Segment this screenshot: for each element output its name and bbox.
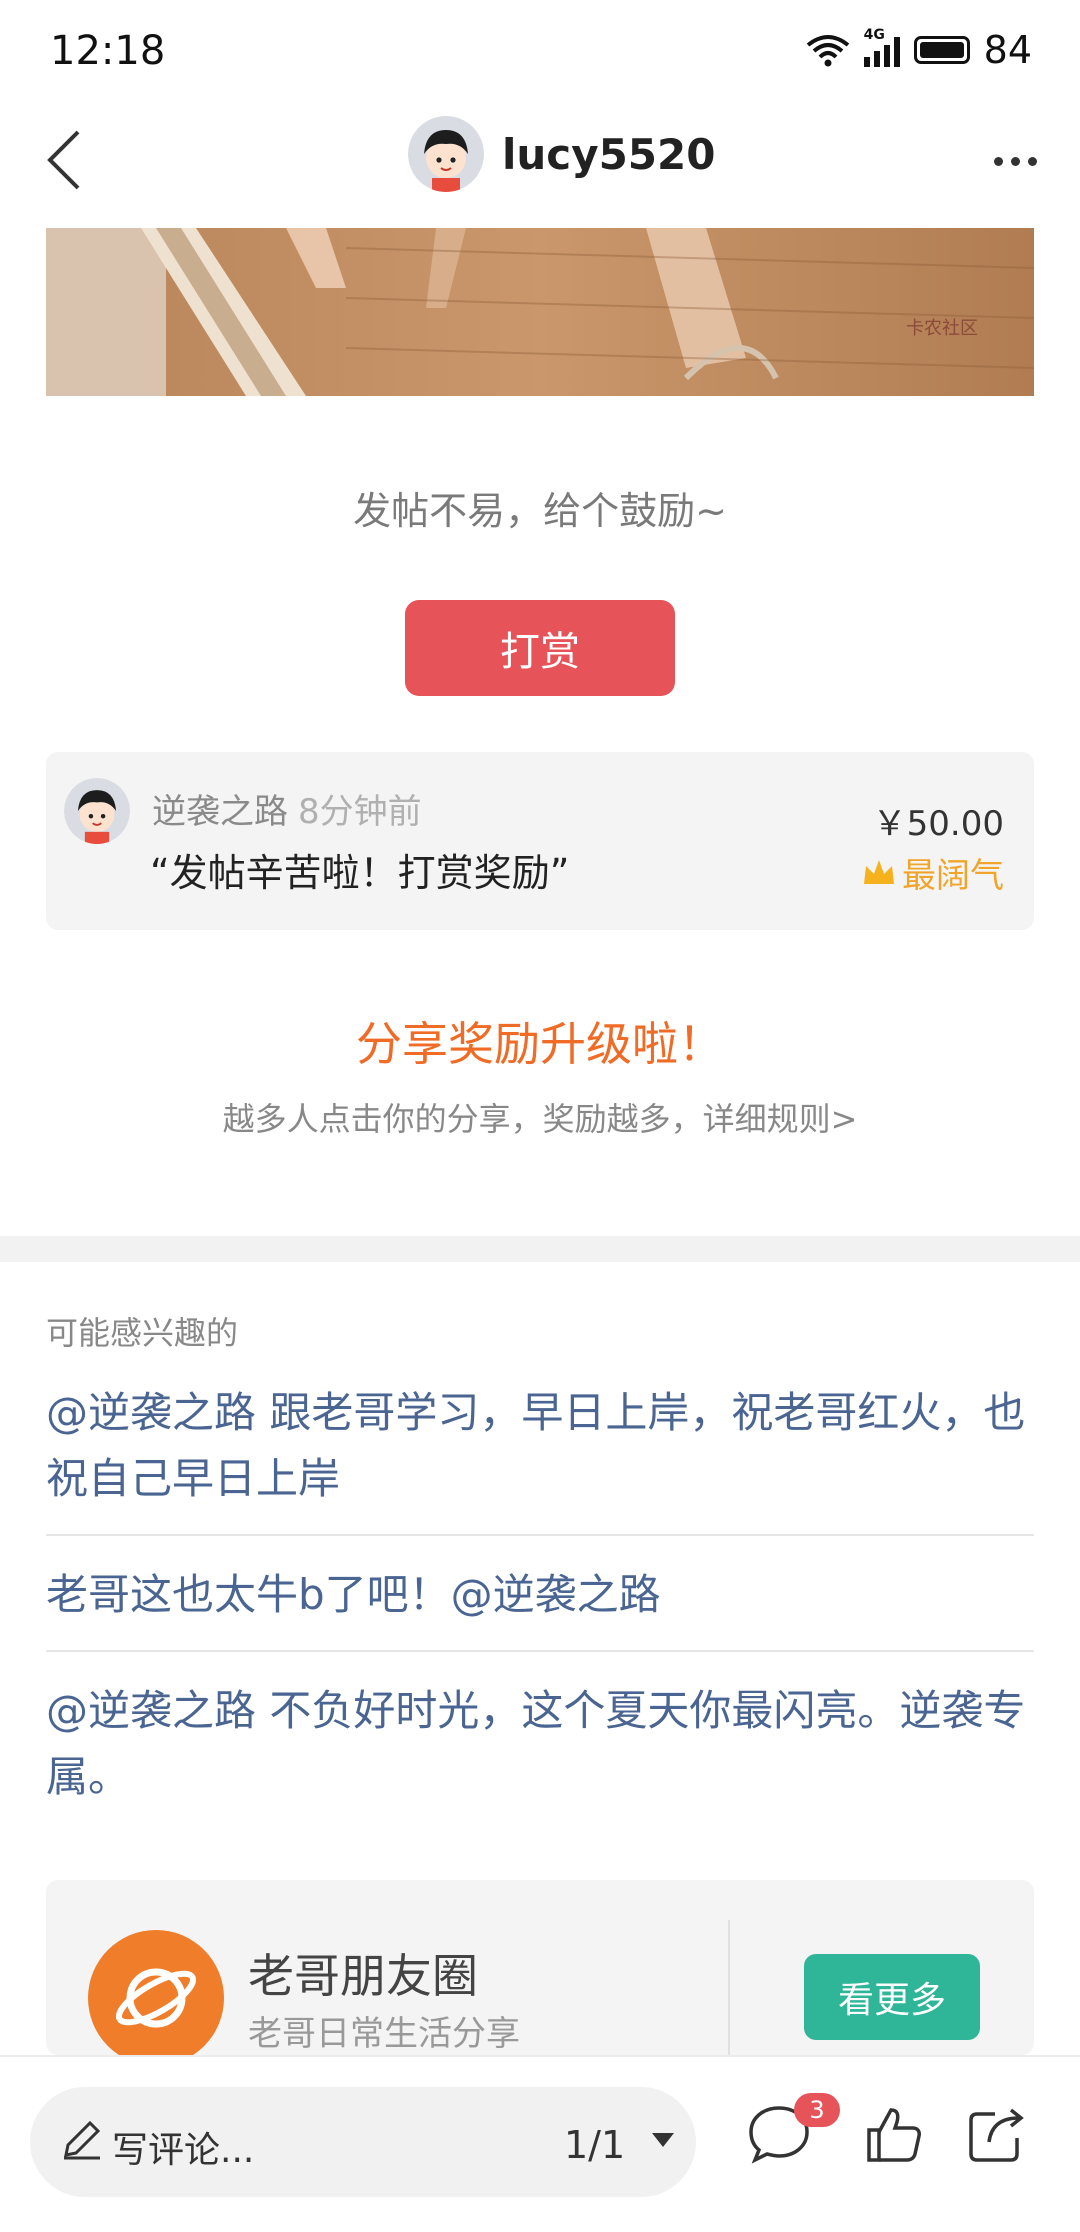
battery-level: 84 — [983, 28, 1032, 72]
more-icon — [993, 156, 1003, 166]
wifi-icon — [806, 35, 849, 67]
avatar-face-icon — [64, 778, 130, 844]
circle-name: 老哥朋友圈 — [248, 1949, 478, 2003]
reward-badge-label: 最阔气 — [902, 856, 1004, 896]
reward-user-name[interactable]: 逆袭之路 — [152, 792, 288, 832]
avatar — [408, 116, 484, 192]
circle-card[interactable]: 老哥朋友圈 老哥日常生活分享 看更多 — [46, 1880, 1034, 2055]
comment-placeholder: 写评论... — [112, 2130, 255, 2171]
reward-badge: 最阔气 — [862, 848, 1004, 897]
chevron-down-icon[interactable] — [650, 2131, 676, 2149]
page-indicator[interactable]: 1/1 — [564, 2123, 625, 2167]
circle-description: 老哥日常生活分享 — [248, 2014, 520, 2054]
network-type: 4G — [863, 27, 885, 43]
list-item[interactable]: 老哥这也太牛b了吧！@逆袭之路 — [46, 1562, 1034, 1652]
post-image[interactable]: 卡农社区 — [46, 228, 1034, 396]
signal-icon: 4G — [863, 27, 900, 67]
comment-count-badge: 3 — [794, 2093, 840, 2127]
share-icon — [969, 2108, 1024, 2162]
share-button[interactable] — [962, 2099, 1032, 2169]
more-button[interactable] — [980, 136, 1050, 186]
interest-header: 可能感兴趣的 — [46, 1314, 239, 1352]
reward-message: “发帖辛苦啦！打赏奖励” — [150, 851, 570, 895]
reward-time: 8分钟前 — [298, 792, 422, 832]
reward-prompt: 发帖不易，给个鼓励~ — [353, 489, 727, 533]
reward-meta: 逆袭之路 8分钟前 — [152, 784, 422, 833]
share-upgrade-title: 分享奖励升级啦！ — [356, 1017, 724, 1071]
interest-list: @逆袭之路 跟老哥学习，早日上岸，祝老哥红火，也祝自己早日上岸 老哥这也太牛b了… — [46, 1380, 1034, 1858]
thumbs-up-icon — [867, 2108, 921, 2162]
status-icons: 4G 84 — [806, 27, 1032, 72]
circle-planet-icon — [88, 1930, 224, 2055]
pencil-icon — [64, 2120, 101, 2160]
avatar[interactable] — [64, 778, 130, 844]
status-time: 12:18 — [50, 28, 166, 74]
nav-user[interactable]: lucy5520 — [408, 116, 715, 192]
back-icon — [47, 130, 80, 190]
top-nav: lucy5520 — [0, 100, 1080, 226]
reward-button[interactable]: 打赏 — [405, 600, 675, 696]
post-photo — [46, 228, 1034, 396]
reward-amount: ￥50.00 — [872, 804, 1004, 844]
see-more-button[interactable]: 看更多 — [804, 1954, 980, 2040]
post-watermark: 卡农社区 — [906, 318, 978, 339]
crown-icon — [864, 859, 894, 884]
status-bar: 12:18 4G 84 — [0, 0, 1080, 100]
share-rules-link[interactable]: 越多人点击你的分享，奖励越多，详细规则> — [0, 1094, 1080, 1140]
nav-username: lucy5520 — [502, 129, 716, 179]
list-item[interactable]: @逆袭之路 不负好时光，这个夏天你最闪亮。逆袭专属。 — [46, 1678, 1034, 1832]
bottom-bar: 写评论... 1/1 3 — [0, 2055, 1080, 2232]
back-button[interactable] — [24, 120, 104, 200]
list-item[interactable]: @逆袭之路 跟老哥学习，早日上岸，祝老哥红火，也祝自己早日上岸 — [46, 1380, 1034, 1536]
divider — [728, 1920, 730, 2055]
battery-icon — [913, 36, 970, 64]
section-divider — [0, 1236, 1080, 1262]
like-button[interactable] — [858, 2099, 928, 2169]
reward-record: 逆袭之路 8分钟前 “发帖辛苦啦！打赏奖励” ￥50.00 最阔气 — [46, 752, 1034, 930]
avatar-face-icon — [408, 116, 484, 192]
comment-input[interactable]: 写评论... 1/1 — [30, 2087, 696, 2197]
